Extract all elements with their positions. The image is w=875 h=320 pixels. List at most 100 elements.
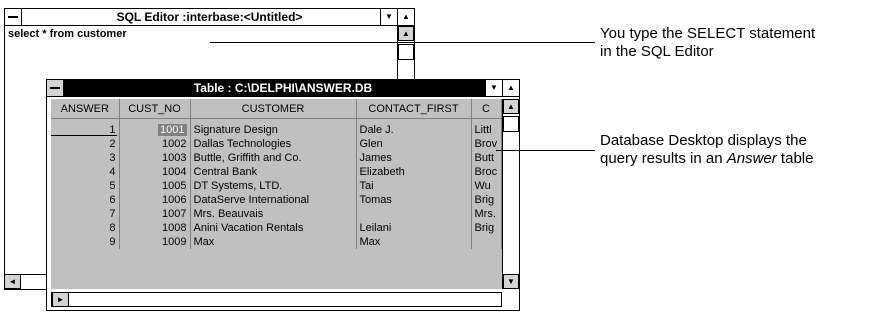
table-row[interactable]: 3 1003 Buttle, Griffith and Co. James Bu… — [51, 151, 502, 165]
table-cell[interactable]: Brig — [471, 193, 502, 207]
scroll-up-icon: ▲ — [402, 29, 410, 38]
table-cell[interactable]: Tai — [356, 179, 472, 193]
sql-editor-title: SQL Editor :interbase:<Untitled> — [116, 10, 303, 24]
minimize-icon: ▼ — [490, 83, 498, 92]
answer-table-grid: ANSWER CUST_NO CUSTOMER CONTACT_FIRST C … — [51, 99, 502, 289]
table-cell[interactable]: Signature Design — [190, 118, 357, 137]
table-cell[interactable]: James — [356, 151, 472, 165]
table-row[interactable]: 8 1008 Anini Vacation Rentals Leilani Br… — [51, 221, 502, 235]
table-row[interactable]: 4 1004 Central Bank Elizabeth Broc — [51, 165, 502, 179]
table-cell[interactable]: 3 — [51, 151, 120, 165]
table-cell[interactable]: Brig — [471, 221, 502, 235]
callout-answer-prefix: query results in an — [600, 150, 727, 167]
sql-query-text[interactable]: select * from customer — [8, 28, 127, 40]
table-cell[interactable]: Elizabeth — [356, 165, 472, 179]
table-cell[interactable]: 8 — [51, 221, 120, 235]
table-cell[interactable]: Anini Vacation Rentals — [190, 221, 357, 235]
table-cell[interactable]: 1007 — [119, 207, 191, 221]
maximize-button[interactable]: ▲ — [502, 80, 519, 96]
selected-cell-value: 1001 — [158, 124, 187, 136]
minimize-icon: ▼ — [385, 12, 393, 21]
callout-answer: Database Desktop displays the query resu… — [600, 132, 813, 168]
table-cell[interactable]: Broc — [471, 165, 502, 179]
table-cell[interactable]: 1002 — [119, 137, 191, 151]
callout-answer-line-1: Database Desktop displays the — [600, 132, 807, 149]
table-cell[interactable]: 7 — [51, 207, 120, 221]
table-row[interactable]: 2 1002 Dallas Technologies Glen Brov — [51, 137, 502, 151]
scroll-thumb[interactable] — [398, 44, 414, 60]
table-cell[interactable]: 1005 — [119, 179, 191, 193]
table-cell[interactable]: Buttle, Griffith and Co. — [190, 151, 357, 165]
table-cell[interactable]: 1008 — [119, 221, 191, 235]
scroll-left-button[interactable]: ◄ — [4, 274, 21, 289]
table-cell[interactable]: Max — [356, 235, 472, 249]
table-row[interactable]: 7 1007 Mrs. Beauvais Mrs. — [51, 207, 502, 221]
table-cell[interactable]: DataServe International — [190, 193, 357, 207]
column-header[interactable]: CUSTOMER — [190, 99, 357, 119]
scroll-up-button[interactable]: ▲ — [398, 26, 414, 41]
column-header[interactable]: CUST_NO — [119, 99, 191, 119]
minimize-button[interactable]: ▼ — [380, 9, 397, 25]
callout-line-sql — [210, 42, 595, 43]
callout-answer-line-2: query results in an Answer table — [600, 150, 813, 168]
scroll-up-icon: ▲ — [507, 102, 515, 111]
table-cell[interactable] — [471, 235, 502, 249]
scroll-up-button[interactable]: ▲ — [503, 99, 519, 114]
sql-editor-titlebar[interactable]: SQL Editor :interbase:<Untitled> ▼ ▲ — [5, 9, 414, 26]
table-cell[interactable]: 4 — [51, 165, 120, 179]
table-cell[interactable]: DT Systems, LTD. — [190, 179, 357, 193]
table-row[interactable]: 9 1009 Max Max — [51, 235, 502, 249]
minimize-button[interactable]: ▼ — [485, 80, 502, 96]
table-cell[interactable]: 1006 — [119, 193, 191, 207]
callout-sql: You type the SELECT statement in the SQL… — [600, 25, 815, 61]
table-cell[interactable]: 5 — [51, 179, 120, 193]
scroll-down-icon: ▼ — [507, 277, 515, 286]
row-separator — [51, 135, 117, 136]
table-cell[interactable]: Littl — [471, 118, 502, 137]
table-cell[interactable]: 9 — [51, 235, 120, 249]
table-cell-selected[interactable]: 1001 — [119, 118, 191, 137]
callout-sql-line-1: You type the SELECT statement — [600, 25, 816, 42]
table-cell[interactable]: 1003 — [119, 151, 191, 165]
scroll-right-icon: ► — [56, 295, 65, 304]
column-header[interactable]: ANSWER — [51, 99, 120, 119]
table-cell[interactable] — [356, 207, 472, 221]
callout-answer-italic: Answer — [726, 150, 777, 167]
table-cell[interactable]: Dale J. — [356, 118, 472, 137]
table-horizontal-scrollbar[interactable]: ◄ ► — [51, 292, 502, 307]
table-cell[interactable]: Glen — [356, 137, 472, 151]
answer-table-titlebar[interactable]: Table : C:\DELPHI\ANSWER.DB ▼ ▲ — [47, 80, 519, 97]
maximize-button[interactable]: ▲ — [397, 9, 414, 25]
scroll-left-icon: ◄ — [8, 277, 17, 286]
answer-table-title: Table : C:\DELPHI\ANSWER.DB — [193, 81, 373, 95]
system-menu-button[interactable] — [47, 80, 64, 96]
table-cell[interactable]: Wu — [471, 179, 502, 193]
table-vertical-scrollbar[interactable]: ▲ ▼ — [502, 99, 519, 289]
table-cell[interactable]: 6 — [51, 193, 120, 207]
table-cell[interactable]: 2 — [51, 137, 120, 151]
table-cell[interactable]: Tomas — [356, 193, 472, 207]
column-header[interactable]: C — [471, 99, 502, 119]
callout-sql-line-2: in the SQL Editor — [600, 43, 714, 60]
sql-horizontal-scrollbar[interactable]: ◄ — [4, 274, 47, 289]
table-row[interactable]: 1 1001 Signature Design Dale J. Littl — [51, 118, 502, 137]
table-cell[interactable]: Dallas Technologies — [190, 137, 357, 151]
table-row[interactable]: 6 1006 DataServe International Tomas Bri… — [51, 193, 502, 207]
answer-table-window: Table : C:\DELPHI\ANSWER.DB ▼ ▲ ANSWER C… — [46, 79, 520, 311]
system-menu-button[interactable] — [5, 9, 22, 25]
table-cell[interactable]: Max — [190, 235, 357, 249]
table-cell[interactable]: Butt — [471, 151, 502, 165]
table-cell[interactable]: Mrs. — [471, 207, 502, 221]
scroll-thumb[interactable] — [503, 116, 519, 132]
scroll-right-button[interactable]: ► — [52, 292, 69, 307]
table-cell[interactable]: Brov — [471, 137, 502, 151]
table-cell[interactable]: 1004 — [119, 165, 191, 179]
maximize-icon: ▲ — [507, 83, 515, 92]
table-row[interactable]: 5 1005 DT Systems, LTD. Tai Wu — [51, 179, 502, 193]
scroll-down-button[interactable]: ▼ — [503, 274, 519, 289]
table-cell[interactable]: 1009 — [119, 235, 191, 249]
table-cell[interactable]: Mrs. Beauvais — [190, 207, 357, 221]
table-cell[interactable]: Leilani — [356, 221, 472, 235]
column-header[interactable]: CONTACT_FIRST — [356, 99, 472, 119]
table-cell[interactable]: Central Bank — [190, 165, 357, 179]
